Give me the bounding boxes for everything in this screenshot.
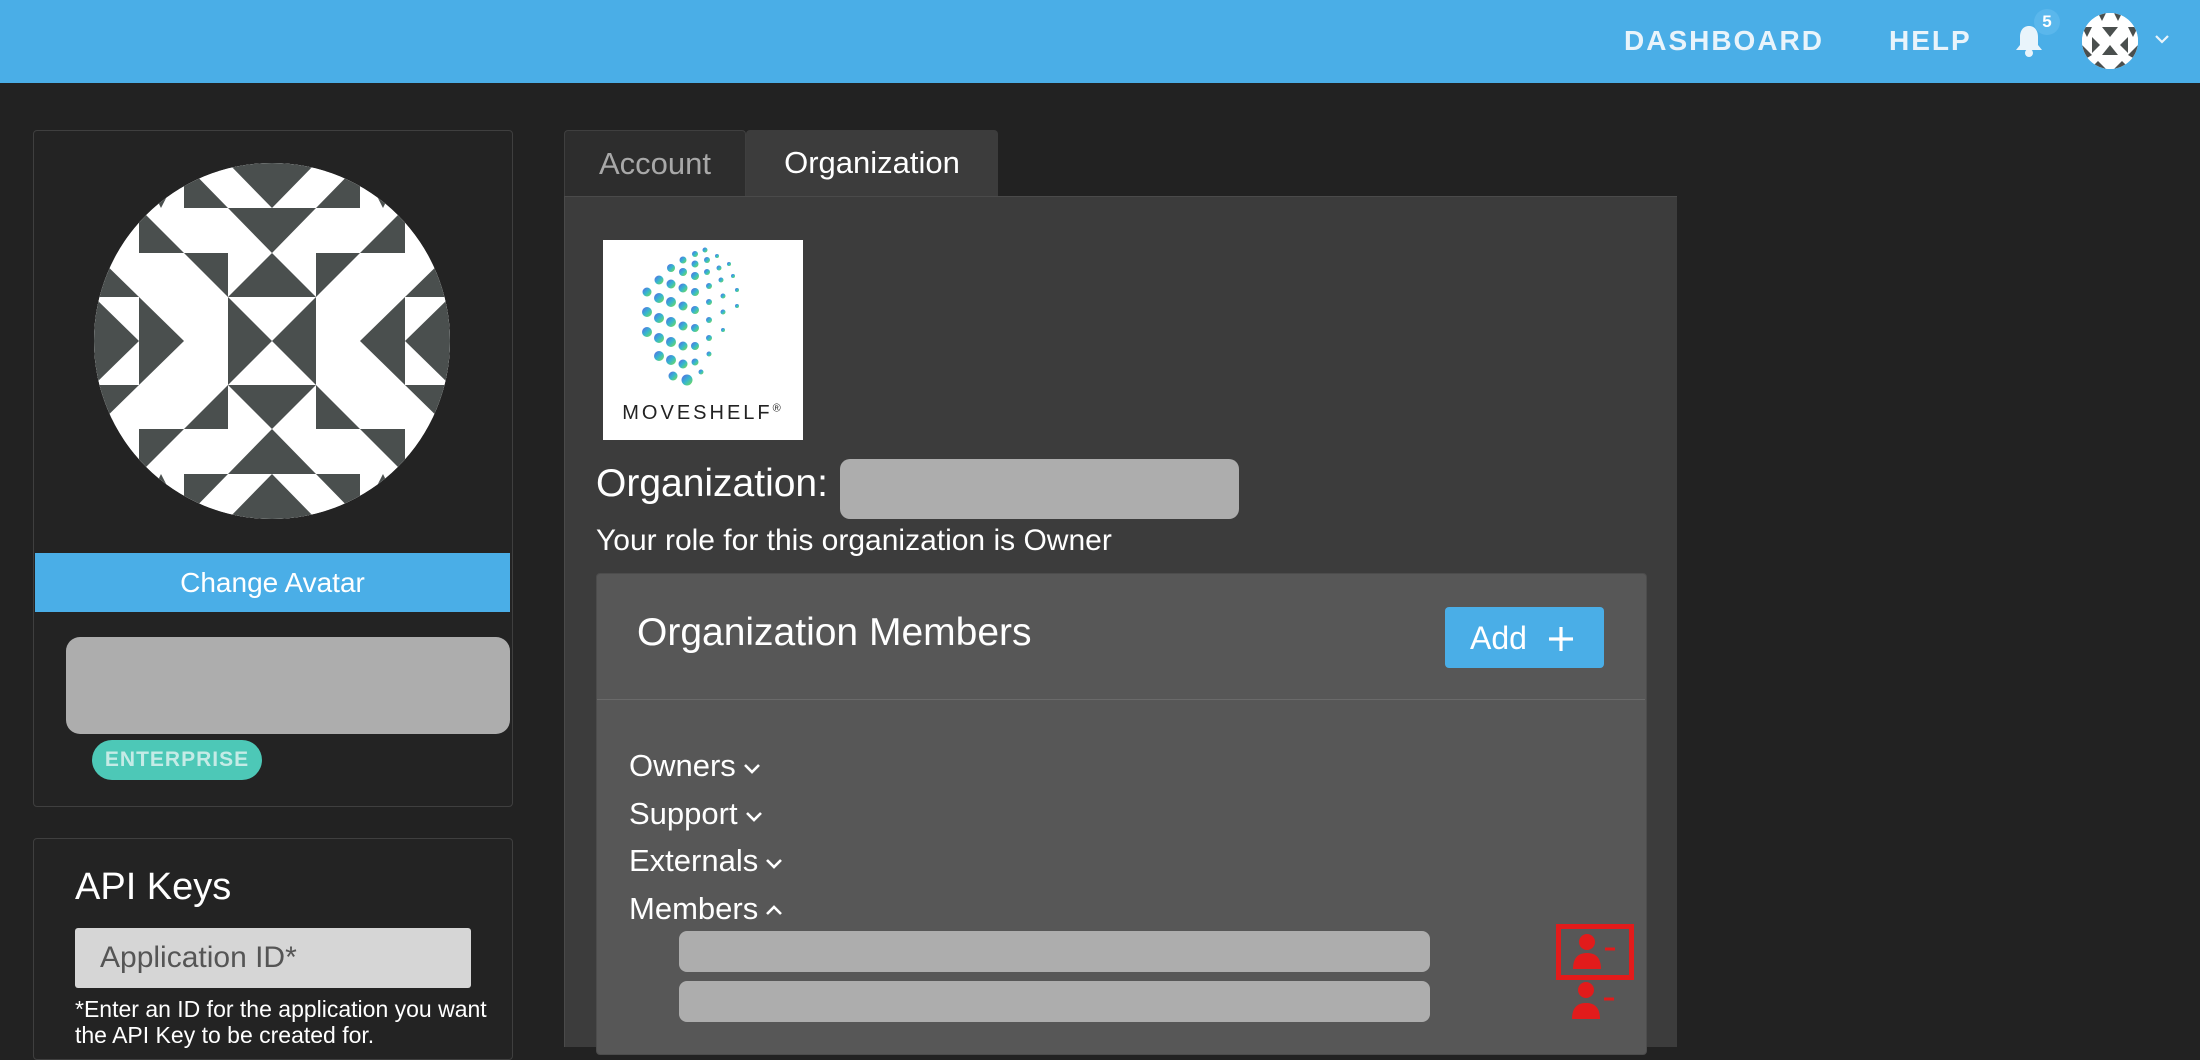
remove-user-icon xyxy=(1572,982,1614,1019)
group-externals-toggle[interactable]: Externals xyxy=(629,843,784,879)
change-avatar-button[interactable]: Change Avatar xyxy=(35,553,510,612)
application-id-input[interactable] xyxy=(75,928,471,988)
group-owners-label: Owners xyxy=(629,748,736,783)
chevron-down-icon xyxy=(745,811,762,822)
remove-member-button[interactable] xyxy=(1560,977,1630,1027)
group-members-label: Members xyxy=(629,891,759,926)
group-members-toggle[interactable]: Members xyxy=(629,891,784,927)
plus-icon xyxy=(1549,627,1573,651)
nav-help-link[interactable]: HELP xyxy=(1889,25,1972,57)
avatar-pattern-icon xyxy=(2082,13,2138,69)
nav-dashboard-link[interactable]: DASHBOARD xyxy=(1624,25,1824,57)
user-avatar-menu[interactable] xyxy=(2082,13,2138,69)
add-member-label: Add xyxy=(1470,620,1527,656)
organization-role-text: Your role for this organization is Owner xyxy=(596,524,1112,557)
group-externals-label: Externals xyxy=(629,843,759,878)
chevron-down-icon[interactable] xyxy=(2153,30,2171,48)
organization-name-redacted xyxy=(840,459,1239,519)
notification-count-badge: 5 xyxy=(2034,9,2060,35)
chevron-up-icon xyxy=(766,904,783,915)
organization-logo: MOVESHELF® xyxy=(603,240,803,440)
top-navbar: DASHBOARD HELP 5 xyxy=(0,0,2200,83)
group-support-toggle[interactable]: Support xyxy=(629,796,764,832)
tab-organization[interactable]: Organization xyxy=(746,130,998,196)
chevron-down-icon xyxy=(766,858,783,869)
avatar-pattern-icon xyxy=(94,163,450,519)
members-header-divider xyxy=(597,699,1645,700)
moveshelf-logo-icon xyxy=(642,247,739,386)
tab-account[interactable]: Account xyxy=(564,130,746,197)
add-member-button[interactable]: Add xyxy=(1445,607,1604,668)
remove-member-button[interactable] xyxy=(1556,924,1634,980)
member-row-redacted xyxy=(679,931,1430,972)
group-support-label: Support xyxy=(629,796,738,831)
api-keys-help-text: *Enter an ID for the application you wan… xyxy=(75,996,487,1048)
api-keys-title: API Keys xyxy=(75,866,232,908)
organization-label: Organization: xyxy=(596,462,828,505)
organization-members-title: Organization Members xyxy=(637,611,1032,654)
group-owners-toggle[interactable]: Owners xyxy=(629,748,762,784)
remove-user-icon xyxy=(1573,934,1615,969)
member-row-redacted xyxy=(679,981,1430,1022)
plan-badge: ENTERPRISE xyxy=(92,740,262,780)
chevron-down-icon xyxy=(743,763,760,774)
organization-logo-text: MOVESHELF® xyxy=(622,402,784,424)
profile-avatar xyxy=(94,163,450,519)
profile-name-redacted xyxy=(66,637,510,734)
